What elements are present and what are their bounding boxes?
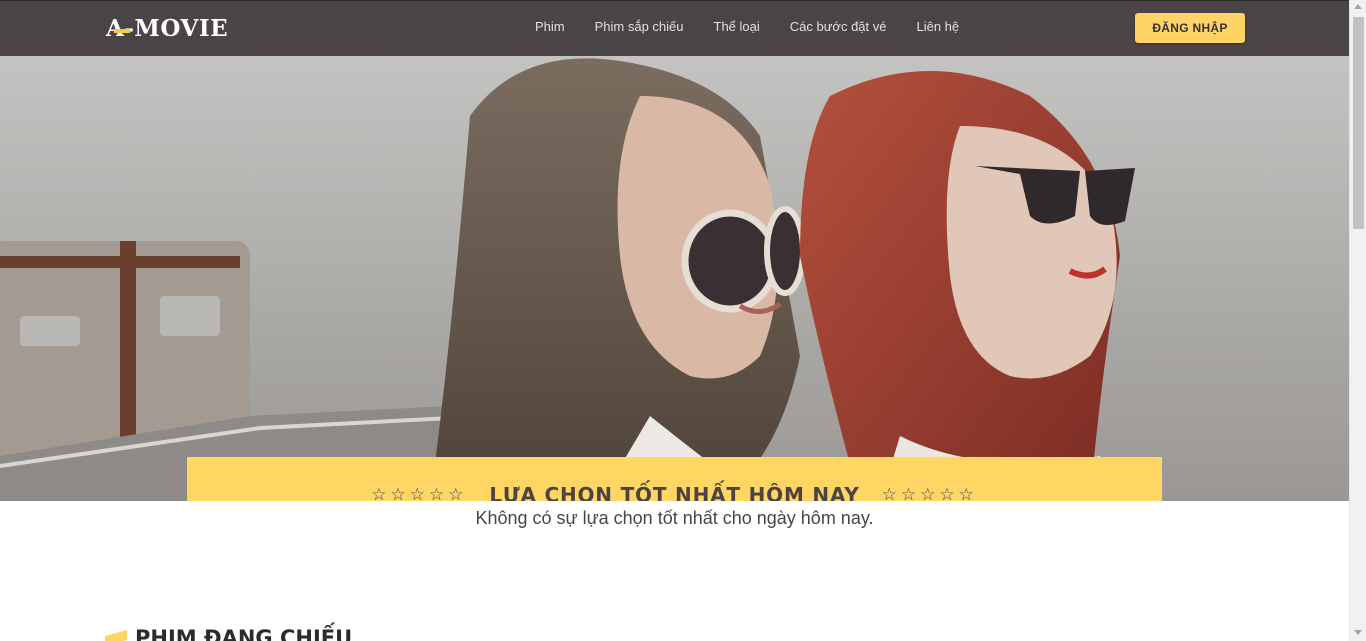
logo-accent-bar [114, 29, 130, 33]
stars-right-icon: ☆☆☆☆☆ [881, 484, 978, 502]
nav-item-lien-he[interactable]: Liên hệ [901, 17, 974, 37]
site-logo[interactable]: A-MOVIE [106, 13, 228, 43]
login-button[interactable]: ĐĂNG NHẬP [1135, 13, 1245, 43]
logo-text: A-MOVIE [106, 14, 229, 42]
stars-left-icon: ☆☆☆☆☆ [371, 484, 468, 502]
now-showing-heading: PHIM ĐANG CHIẾU [105, 626, 352, 641]
scroll-thumb[interactable] [1353, 17, 1364, 229]
nav-item-phim[interactable]: Phim [520, 17, 580, 37]
nav-item-the-loai[interactable]: Thể loại [699, 17, 775, 37]
scroll-up-arrow-icon[interactable] [1354, 4, 1362, 9]
hero-subtitle: Không có sự lựa chọn tốt nhất cho ngày h… [475, 508, 874, 528]
now-showing-title: PHIM ĐANG CHIẾU [135, 626, 353, 641]
nav-item-cac-buoc-dat-ve[interactable]: Các bước đặt vé [775, 17, 902, 37]
nav-item-phim-sap-chieu[interactable]: Phim sắp chiếu [580, 17, 699, 37]
promo-banner: ☆☆☆☆☆ LỰA CHỌN TỐT NHẤT HÔM NAY ☆☆☆☆☆ [187, 457, 1162, 501]
main-nav: Phim Phim sắp chiếu Thể loại Các bước đặ… [520, 17, 974, 37]
scroll-down-arrow-icon[interactable] [1354, 630, 1362, 635]
page-scrollbar[interactable] [1349, 0, 1366, 641]
site-header: A-MOVIE Phim Phim sắp chiếu Thể loại Các… [0, 0, 1349, 56]
banner-title: LỰA CHỌN TỐT NHẤT HÔM NAY [489, 482, 860, 502]
hero-banner-image: ☆☆☆☆☆ LỰA CHỌN TỐT NHẤT HÔM NAY ☆☆☆☆☆ [0, 56, 1349, 501]
heading-accent-icon [105, 630, 127, 641]
hero-photo-illustration [0, 56, 1349, 501]
